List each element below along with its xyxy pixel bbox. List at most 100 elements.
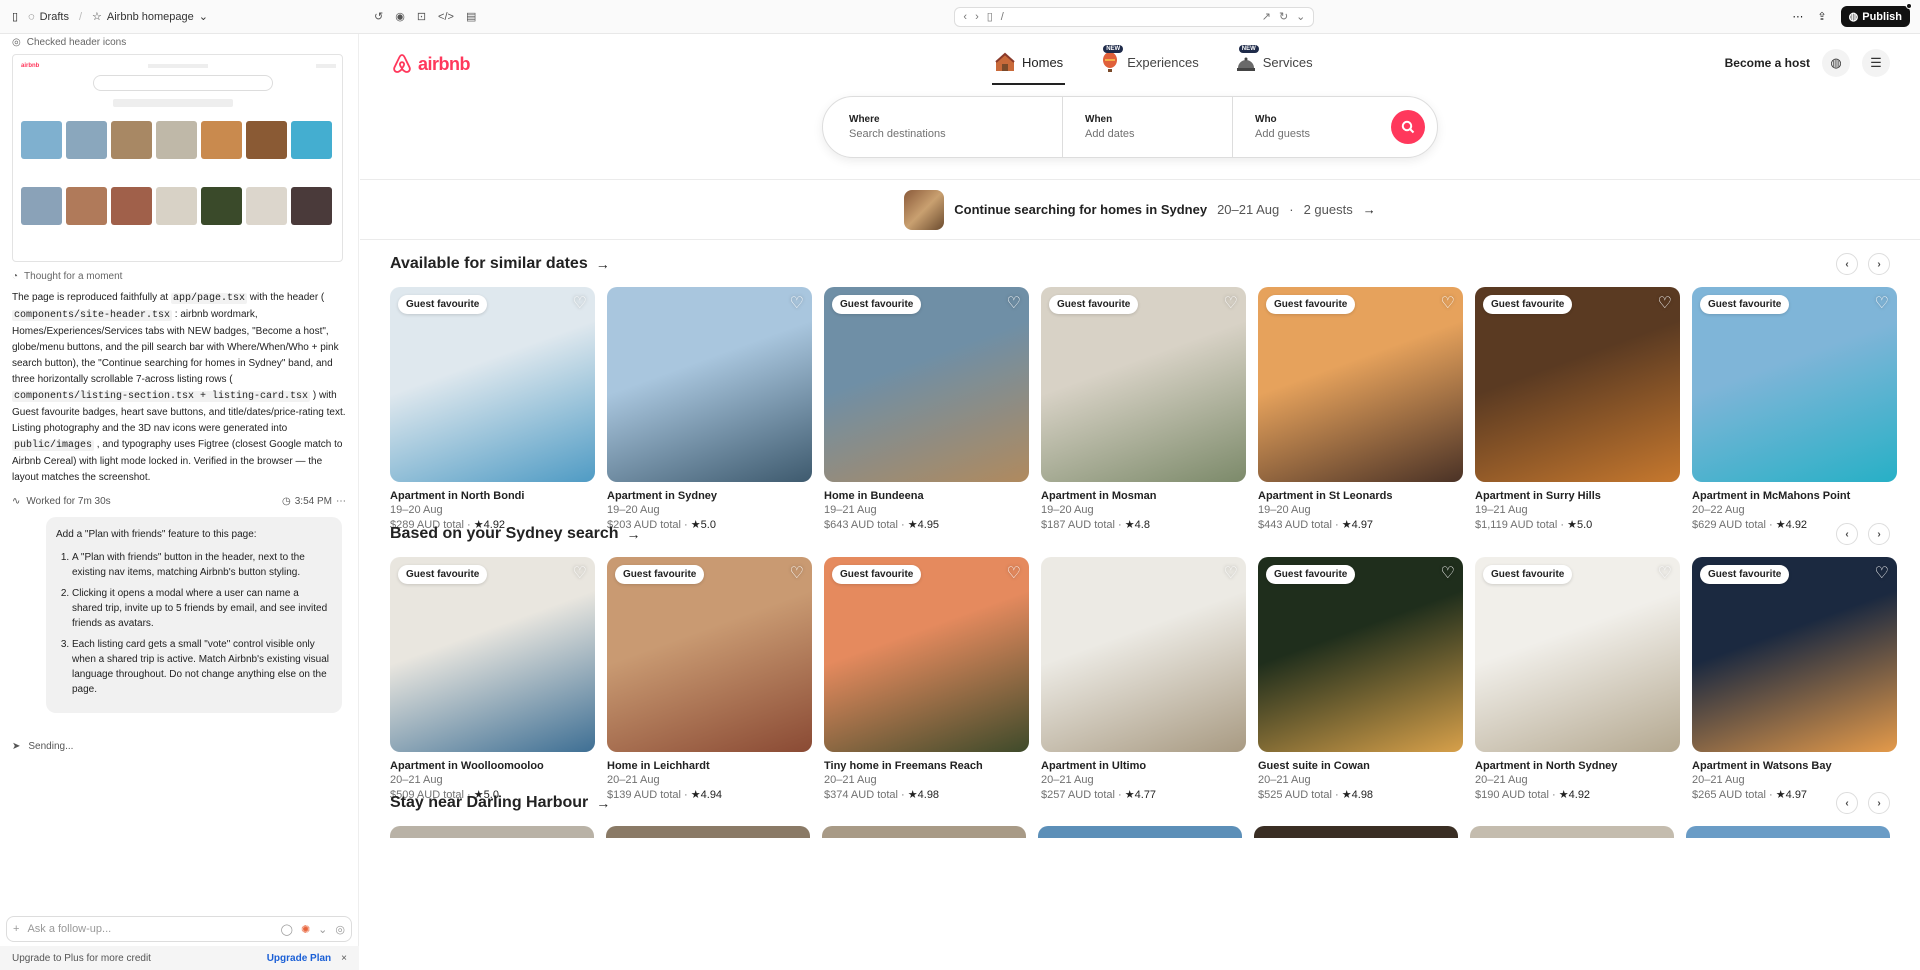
search-button[interactable]	[1391, 110, 1425, 144]
listing-card[interactable]: Guest favourite ♡ Apartment in North Bondi…	[390, 287, 595, 531]
search-where[interactable]: Where Search destinations	[823, 97, 1063, 157]
listing-card[interactable]: Guest favourite ♡ Apartment in Watsons Bay…	[1692, 557, 1897, 801]
where-input[interactable]: Search destinations	[849, 128, 1062, 140]
listing-photo[interactable]: Guest favourite ♡	[390, 287, 595, 482]
listing-title[interactable]: Apartment in North Sydney	[1475, 760, 1680, 772]
listing-photo-peek[interactable]	[1470, 826, 1674, 838]
device-icon[interactable]: ▯	[987, 10, 993, 23]
listing-card[interactable]: Guest favourite ♡ Guest suite in Cowan 20–2…	[1258, 557, 1463, 801]
listing-title[interactable]: Apartment in Mosman	[1041, 490, 1246, 502]
when-input[interactable]: Add dates	[1085, 128, 1232, 140]
chevron-down-icon[interactable]: ⌄	[1296, 10, 1305, 23]
listing-photo-peek[interactable]	[1038, 826, 1242, 838]
breadcrumb-project[interactable]: ☆ Airbnb homepage ⌄	[92, 10, 208, 24]
heart-icon[interactable]: ♡	[1658, 563, 1672, 583]
arrow-right-icon[interactable]: →	[627, 526, 641, 542]
forward-icon[interactable]: ›	[975, 11, 979, 23]
select-icon[interactable]: ⊡	[417, 10, 426, 23]
tab-experiences[interactable]: NEW Experiences	[1097, 44, 1201, 80]
more-icon[interactable]: ⋯	[336, 496, 346, 507]
upgrade-plan-link[interactable]: Upgrade Plan	[267, 953, 331, 964]
tab-services[interactable]: NEW Services	[1233, 44, 1315, 80]
listing-title[interactable]: Apartment in North Bondi	[390, 490, 595, 502]
listing-photo-peek[interactable]	[1686, 826, 1890, 838]
model-icon[interactable]: ✺	[301, 923, 310, 936]
listing-title[interactable]: Home in Leichhardt	[607, 760, 812, 772]
listing-photo[interactable]: ♡	[1041, 557, 1246, 752]
continue-searching-band[interactable]: Continue searching for homes in Sydney 2…	[360, 180, 1920, 240]
listing-card[interactable]: Guest favourite ♡ Apartment in North Sydne…	[1475, 557, 1680, 801]
database-icon[interactable]: ▤	[466, 10, 476, 23]
heart-icon[interactable]: ♡	[1224, 563, 1238, 583]
tab-homes[interactable]: Homes	[992, 44, 1066, 85]
heart-icon[interactable]: ♡	[1875, 563, 1889, 583]
preview-icon[interactable]: ◉	[395, 10, 405, 23]
listing-photo[interactable]: Guest favourite ♡	[1258, 287, 1463, 482]
heart-icon[interactable]: ♡	[1224, 293, 1238, 313]
listing-photo[interactable]: Guest favourite ♡	[390, 557, 595, 752]
listing-card[interactable]: Guest favourite ♡ Apartment in Woolloomool…	[390, 557, 595, 801]
listing-photo[interactable]: Guest favourite ♡	[1692, 557, 1897, 752]
composer-input[interactable]: Ask a follow-up...	[27, 923, 272, 935]
listing-photo[interactable]: Guest favourite ♡	[1475, 557, 1680, 752]
refresh-icon[interactable]: ↻	[1279, 10, 1288, 23]
arrow-right-icon[interactable]: →	[596, 256, 610, 272]
heart-icon[interactable]: ♡	[1658, 293, 1672, 313]
listing-photo[interactable]: Guest favourite ♡	[1041, 287, 1246, 482]
listing-photo[interactable]: Guest favourite ♡	[1258, 557, 1463, 752]
more-icon[interactable]: ⋯	[1792, 10, 1803, 23]
external-icon[interactable]: ↗	[1262, 10, 1271, 23]
history-icon[interactable]: ↺	[374, 10, 383, 23]
share-icon[interactable]: ⇪	[1817, 10, 1826, 23]
code-icon[interactable]: </>	[438, 11, 454, 23]
chat-composer[interactable]: + Ask a follow-up... ◯ ✺ ⌄ ◎	[6, 916, 352, 942]
listing-title[interactable]: Tiny home in Freemans Reach	[824, 760, 1029, 772]
send-button-icon[interactable]: ◎	[335, 923, 345, 936]
heart-icon[interactable]: ♡	[790, 293, 804, 313]
chevron-down-icon[interactable]: ⌄	[318, 923, 327, 936]
heart-icon[interactable]: ♡	[1007, 563, 1021, 583]
heart-icon[interactable]: ♡	[1875, 293, 1889, 313]
heart-icon[interactable]: ♡	[573, 293, 587, 313]
listing-title[interactable]: Apartment in Ultimo	[1041, 760, 1246, 772]
search-when[interactable]: When Add dates	[1063, 97, 1233, 157]
listing-card[interactable]: Guest favourite ♡ Apartment in St Leonards…	[1258, 287, 1463, 531]
listing-photo-peek[interactable]	[1254, 826, 1458, 838]
heart-icon[interactable]: ♡	[573, 563, 587, 583]
plus-icon[interactable]: +	[13, 923, 19, 935]
listing-photo[interactable]: Guest favourite ♡	[824, 557, 1029, 752]
chat-bubble-icon[interactable]: ◯	[281, 923, 293, 936]
listing-card[interactable]: Guest favourite ♡ Apartment in Mosman 19–20…	[1041, 287, 1246, 531]
globe-icon[interactable]: ◍	[1822, 49, 1850, 77]
listing-photo[interactable]: Guest favourite ♡	[1475, 287, 1680, 482]
listing-photo[interactable]: ♡	[607, 287, 812, 482]
close-icon[interactable]: ×	[341, 953, 347, 964]
listing-photo-peek[interactable]	[390, 826, 594, 838]
listing-photo[interactable]: Guest favourite ♡	[824, 287, 1029, 482]
heart-icon[interactable]: ♡	[1007, 293, 1021, 313]
section-title[interactable]: Stay near Darling Harbour	[390, 794, 588, 812]
listing-card[interactable]: Guest favourite ♡ Home in Leichhardt 20–21 …	[607, 557, 812, 801]
become-host-link[interactable]: Become a host	[1725, 56, 1810, 70]
url-bar[interactable]: ‹ › ▯ / ↗ ↻ ⌄	[954, 6, 1315, 27]
section-title[interactable]: Based on your Sydney search	[390, 525, 619, 543]
listing-title[interactable]: Guest suite in Cowan	[1258, 760, 1463, 772]
listing-title[interactable]: Apartment in Sydney	[607, 490, 812, 502]
listing-photo[interactable]: Guest favourite ♡	[607, 557, 812, 752]
listing-card[interactable]: Guest favourite ♡ Apartment in Surry Hills…	[1475, 287, 1680, 531]
listing-card[interactable]: Guest favourite ♡ Tiny home in Freemans Re…	[824, 557, 1029, 801]
listing-card[interactable]: Guest favourite ♡ Apartment in McMahons Po…	[1692, 287, 1897, 531]
publish-button[interactable]: ◍ Publish	[1840, 3, 1912, 27]
chevron-left-icon[interactable]: ‹	[1836, 253, 1858, 275]
listing-title[interactable]: Home in Bundeena	[824, 490, 1029, 502]
listing-title[interactable]: Apartment in Watsons Bay	[1692, 760, 1897, 772]
arrow-right-icon[interactable]: →	[596, 795, 610, 811]
menu-icon[interactable]: ☰	[1862, 49, 1890, 77]
listing-card[interactable]: ♡ Apartment in Ultimo 20–21 Aug $257 AUD to…	[1041, 557, 1246, 801]
who-input[interactable]: Add guests	[1255, 128, 1391, 140]
listing-photo-peek[interactable]	[606, 826, 810, 838]
chevron-right-icon[interactable]: ›	[1868, 253, 1890, 275]
breadcrumb-drafts[interactable]: ◌ Drafts	[28, 11, 69, 23]
chevron-right-icon[interactable]: ›	[1868, 792, 1890, 814]
heart-icon[interactable]: ♡	[1441, 563, 1455, 583]
